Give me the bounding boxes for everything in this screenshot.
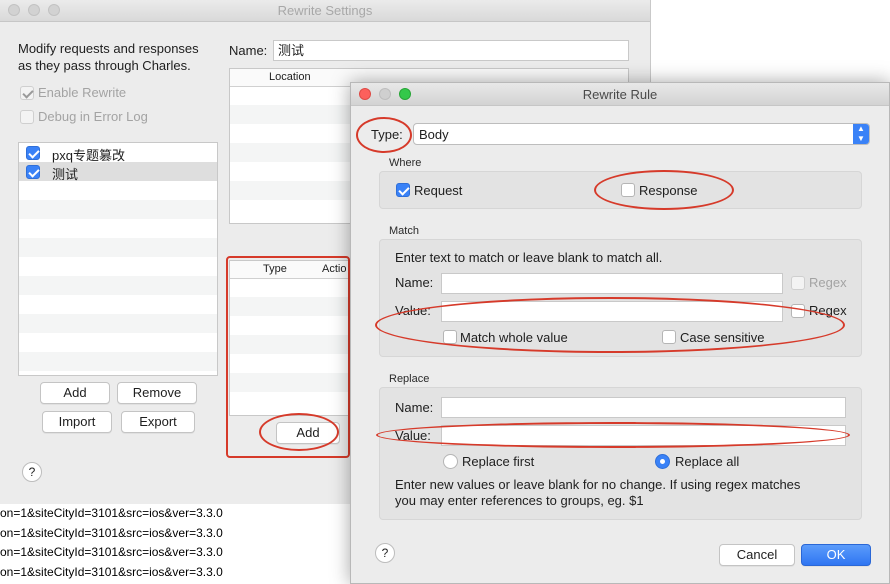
replace-first-label: Replace first	[462, 454, 535, 469]
match-name-label: Name:	[395, 275, 434, 290]
debug-log-label: Debug in Error Log	[38, 109, 148, 124]
rewrite-sets-list[interactable]	[18, 142, 218, 376]
replace-name-input[interactable]	[441, 397, 846, 418]
where-group-label: Where	[389, 157, 422, 169]
title-bar: Rewrite Rule	[351, 83, 889, 106]
list-item[interactable]: pxq专题篡改	[52, 145, 125, 164]
log-line: on=1&siteCityId=3101&src=ios&ver=3.3.0	[0, 506, 223, 520]
replace-help-line: you may enter references to groups, eg. …	[395, 493, 644, 508]
list-item[interactable]: 测试	[52, 164, 78, 183]
import-button[interactable]: Import	[42, 411, 112, 433]
match-value-regex-checkbox[interactable]	[791, 304, 805, 318]
replace-name-label: Name:	[395, 400, 434, 415]
title-bar: Rewrite Settings	[0, 0, 650, 22]
match-value-input[interactable]	[441, 301, 783, 322]
type-select[interactable]: Body ▲ ▼	[413, 123, 870, 145]
add-rule-button[interactable]: Add	[276, 422, 340, 444]
chevron-up-down-icon: ▲ ▼	[853, 124, 869, 144]
set-enabled-checkbox[interactable]	[26, 146, 40, 160]
case-sensitive-checkbox[interactable]	[662, 330, 676, 344]
description-line: as they pass through Charles.	[18, 58, 191, 73]
name-label: Name:	[229, 43, 268, 58]
action-column-header[interactable]: Actio	[322, 261, 346, 278]
response-label: Response	[639, 183, 698, 198]
replace-value-label: Value:	[395, 428, 431, 443]
match-whole-value-label: Match whole value	[460, 330, 568, 345]
help-button[interactable]: ?	[375, 543, 395, 563]
request-label: Request	[414, 183, 463, 198]
help-button[interactable]: ?	[22, 462, 42, 482]
match-value-label: Value:	[395, 303, 431, 318]
type-select-value: Body	[419, 127, 449, 142]
table-header: Type Actio	[230, 261, 350, 279]
rewrite-rule-dialog: Rewrite Rule Type: Body ▲ ▼ Where Request…	[350, 82, 890, 584]
replace-value-input[interactable]	[441, 425, 846, 446]
description-line: Modify requests and responses	[18, 41, 199, 56]
replace-all-radio[interactable]	[655, 454, 670, 469]
match-name-regex-label: Regex	[809, 275, 847, 290]
match-whole-value-checkbox[interactable]	[443, 330, 457, 344]
response-checkbox[interactable]	[621, 183, 635, 197]
replace-first-radio[interactable]	[443, 454, 458, 469]
rules-table[interactable]: Type Actio	[229, 260, 351, 416]
match-name-input[interactable]	[441, 273, 783, 294]
set-enabled-checkbox[interactable]	[26, 165, 40, 179]
enable-rewrite-checkbox[interactable]	[20, 86, 34, 100]
remove-set-button[interactable]: Remove	[117, 382, 197, 404]
replace-help-line: Enter new values or leave blank for no c…	[395, 477, 801, 492]
match-instructions: Enter text to match or leave blank to ma…	[395, 250, 663, 265]
debug-log-checkbox[interactable]	[20, 110, 34, 124]
log-line: on=1&siteCityId=3101&src=ios&ver=3.3.0	[0, 545, 223, 559]
log-line: on=1&siteCityId=3101&src=ios&ver=3.3.0	[0, 526, 223, 540]
enable-rewrite-label: Enable Rewrite	[38, 85, 127, 100]
ok-button[interactable]: OK	[801, 544, 871, 566]
match-group-label: Match	[389, 225, 419, 237]
replace-group-label: Replace	[389, 373, 430, 385]
request-checkbox[interactable]	[396, 183, 410, 197]
type-label: Type:	[371, 127, 403, 142]
match-name-regex-checkbox[interactable]	[791, 276, 805, 290]
location-column-header[interactable]: Location	[269, 69, 311, 86]
window-title: Rewrite Settings	[277, 3, 373, 18]
replace-all-label: Replace all	[675, 454, 740, 469]
set-name-input[interactable]: 测试	[273, 40, 629, 61]
export-button[interactable]: Export	[121, 411, 195, 433]
match-value-regex-label: Regex	[809, 303, 847, 318]
cancel-button[interactable]: Cancel	[719, 544, 795, 566]
log-line: on=1&siteCityId=3101&src=ios&ver=3.3.0	[0, 565, 223, 579]
add-set-button[interactable]: Add	[40, 382, 110, 404]
case-sensitive-label: Case sensitive	[680, 330, 765, 345]
window-title: Rewrite Rule	[582, 87, 658, 102]
type-column-header[interactable]: Type	[263, 261, 287, 278]
